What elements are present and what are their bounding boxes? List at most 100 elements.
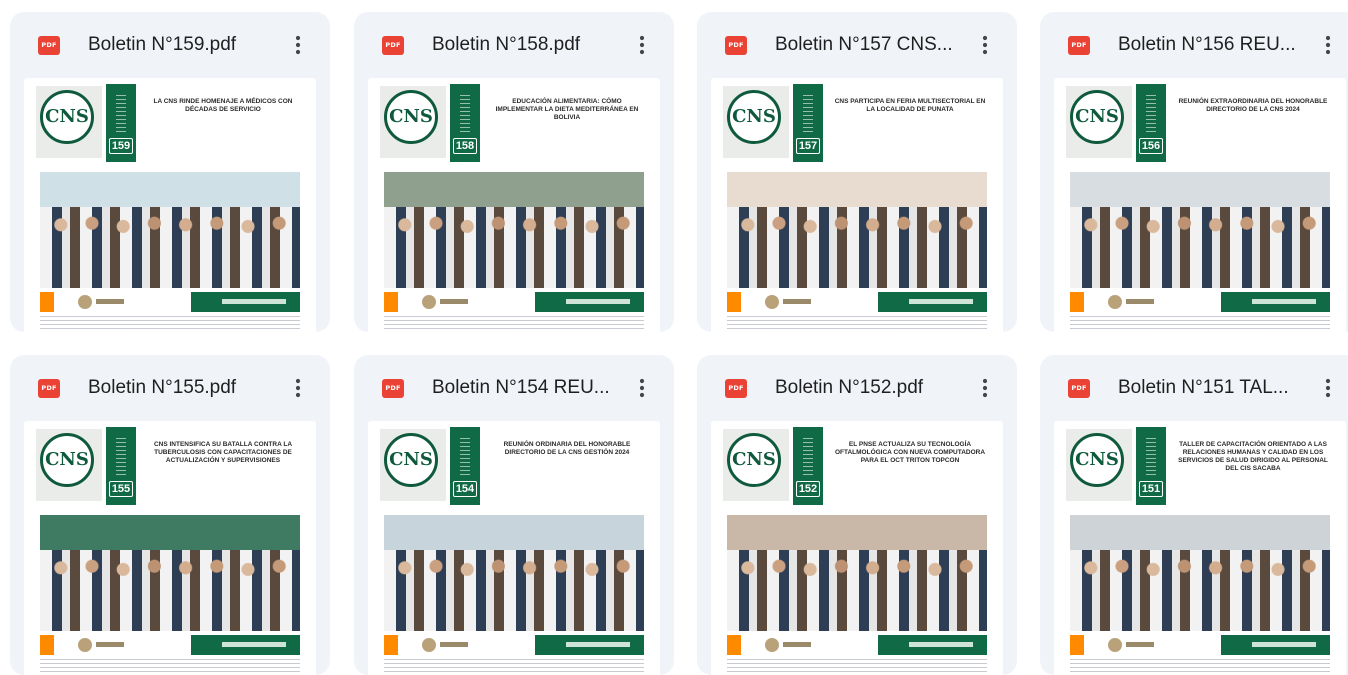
footer-mark — [783, 299, 811, 304]
photo-people — [384, 549, 644, 631]
file-card-header: PDF Boletin N°151 TAL... — [1040, 355, 1348, 419]
file-card-header: PDF Boletin N°158.pdf — [354, 12, 674, 76]
bulletin-body-text — [384, 316, 644, 332]
issue-number: 159 — [109, 138, 133, 154]
footer-mark — [96, 642, 124, 647]
file-card-154[interactable]: PDF Boletin N°154 REU... CNS 154 REUNIÓN… — [354, 355, 674, 675]
file-thumbnail[interactable]: CNS 159 LA CNS RINDE HOMENAJE A MÉDICOS … — [24, 78, 316, 332]
ribbon-decoration — [1146, 435, 1156, 475]
file-card-159[interactable]: PDF Boletin N°159.pdf CNS 159 LA CNS RIN… — [10, 12, 330, 332]
footer-mark — [783, 642, 811, 647]
bulletin-photo — [40, 515, 300, 631]
file-card-header: PDF Boletin N°154 REU... — [354, 355, 674, 419]
bulletin-photo — [40, 172, 300, 288]
bulletin-body-text — [40, 659, 300, 675]
issue-ribbon: 151 — [1136, 427, 1166, 505]
pdf-icon: PDF — [725, 379, 747, 398]
bulletin-body-text — [1070, 659, 1330, 675]
file-thumbnail[interactable]: CNS 154 REUNIÓN ORDINARIA DEL HONORABLE … — [368, 421, 660, 675]
bulletin-body-text — [40, 316, 300, 332]
issue-ribbon: 159 — [106, 84, 136, 162]
footer-mark — [1126, 299, 1154, 304]
cns-logo: CNS — [1070, 433, 1124, 487]
file-card-header: PDF Boletin N°156 REU... — [1040, 12, 1348, 76]
bulletin-footer — [727, 635, 987, 655]
bulletin-photo — [727, 515, 987, 631]
cns-logo: CNS — [40, 90, 94, 144]
file-name: Boletin N°159.pdf — [88, 34, 237, 55]
ribbon-decoration — [803, 92, 813, 132]
more-options-button[interactable] — [628, 30, 656, 60]
file-card-157[interactable]: PDF Boletin N°157 CNS... CNS 157 CNS PAR… — [697, 12, 1017, 332]
emblem-icon — [422, 295, 436, 309]
photo-people — [727, 549, 987, 631]
bulletin-body-text — [727, 659, 987, 675]
footer-mark — [440, 642, 468, 647]
more-options-button[interactable] — [284, 373, 312, 403]
file-thumbnail[interactable]: CNS 151 TALLER DE CAPACITACIÓN ORIENTADO… — [1054, 421, 1346, 675]
footer-mark-right — [566, 299, 630, 304]
more-options-button[interactable] — [628, 373, 656, 403]
bulletin-headline: REUNIÓN ORDINARIA DEL HONORABLE DIRECTOR… — [503, 441, 631, 456]
issue-number: 158 — [453, 138, 477, 154]
bulletin-headline: EL PNSE ACTUALIZA SU TECNOLOGÍA OFTALMOL… — [834, 441, 986, 464]
footer-mark — [96, 299, 124, 304]
footer-mark-right — [909, 642, 973, 647]
file-name: Boletin N°156 REU... — [1118, 34, 1296, 55]
emblem-icon — [422, 638, 436, 652]
bulletin-headline: CNS PARTICIPA EN FERIA MULTISECTORIAL EN… — [834, 98, 986, 113]
footer-mark-right — [222, 299, 286, 304]
cns-logo: CNS — [40, 433, 94, 487]
more-options-button[interactable] — [971, 30, 999, 60]
file-thumbnail[interactable]: CNS 156 REUNIÓN EXTRAORDINARIA DEL HONOR… — [1054, 78, 1346, 332]
file-thumbnail[interactable]: CNS 155 CNS INTENSIFICA SU BATALLA CONTR… — [24, 421, 316, 675]
pdf-icon: PDF — [382, 36, 404, 55]
file-card-156[interactable]: PDF Boletin N°156 REU... CNS 156 REUNIÓN… — [1040, 12, 1348, 332]
bulletin-headline: REUNIÓN EXTRAORDINARIA DEL HONORABLE DIR… — [1178, 98, 1328, 113]
bulletin-headline: LA CNS RINDE HOMENAJE A MÉDICOS CON DÉCA… — [153, 98, 293, 113]
more-vert-icon — [982, 378, 988, 398]
pdf-icon: PDF — [38, 379, 60, 398]
file-thumbnail[interactable]: CNS 158 EDUCACIÓN ALIMENTARIA: CÓMO IMPL… — [368, 78, 660, 332]
footer-mark — [1126, 642, 1154, 647]
cns-logo: CNS — [727, 90, 781, 144]
emblem-icon — [765, 295, 779, 309]
cns-logo: CNS — [727, 433, 781, 487]
pdf-icon: PDF — [382, 379, 404, 398]
bulletin-footer — [727, 292, 987, 312]
more-options-button[interactable] — [284, 30, 312, 60]
footer-mark-right — [909, 299, 973, 304]
photo-people — [727, 206, 987, 288]
cns-logo: CNS — [384, 90, 438, 144]
pdf-icon: PDF — [38, 36, 60, 55]
bulletin-body-text — [1070, 316, 1330, 332]
issue-number: 154 — [453, 481, 477, 497]
file-card-header: PDF Boletin N°157 CNS... — [697, 12, 1017, 76]
photo-people — [40, 549, 300, 631]
file-card-158[interactable]: PDF Boletin N°158.pdf CNS 158 EDUCACIÓN … — [354, 12, 674, 332]
ribbon-decoration — [460, 435, 470, 475]
issue-ribbon: 155 — [106, 427, 136, 505]
emblem-icon — [765, 638, 779, 652]
file-thumbnail[interactable]: CNS 157 CNS PARTICIPA EN FERIA MULTISECT… — [711, 78, 1003, 332]
file-card-header: PDF Boletin N°155.pdf — [10, 355, 330, 419]
file-card-152[interactable]: PDF Boletin N°152.pdf CNS 152 EL PNSE AC… — [697, 355, 1017, 675]
more-options-button[interactable] — [971, 373, 999, 403]
emblem-icon — [78, 638, 92, 652]
bulletin-photo — [1070, 515, 1330, 631]
issue-number: 156 — [1139, 138, 1163, 154]
photo-people — [1070, 549, 1330, 631]
file-thumbnail[interactable]: CNS 152 EL PNSE ACTUALIZA SU TECNOLOGÍA … — [711, 421, 1003, 675]
more-options-button[interactable] — [1314, 373, 1342, 403]
ribbon-decoration — [116, 92, 126, 132]
emblem-icon — [1108, 638, 1122, 652]
pdf-icon: PDF — [1068, 379, 1090, 398]
more-vert-icon — [639, 378, 645, 398]
file-card-151[interactable]: PDF Boletin N°151 TAL... CNS 151 TALLER … — [1040, 355, 1348, 675]
more-options-button[interactable] — [1314, 30, 1342, 60]
footer-mark — [440, 299, 468, 304]
bulletin-footer — [1070, 292, 1330, 312]
file-card-155[interactable]: PDF Boletin N°155.pdf CNS 155 CNS INTENS… — [10, 355, 330, 675]
bulletin-footer — [1070, 635, 1330, 655]
photo-people — [40, 206, 300, 288]
